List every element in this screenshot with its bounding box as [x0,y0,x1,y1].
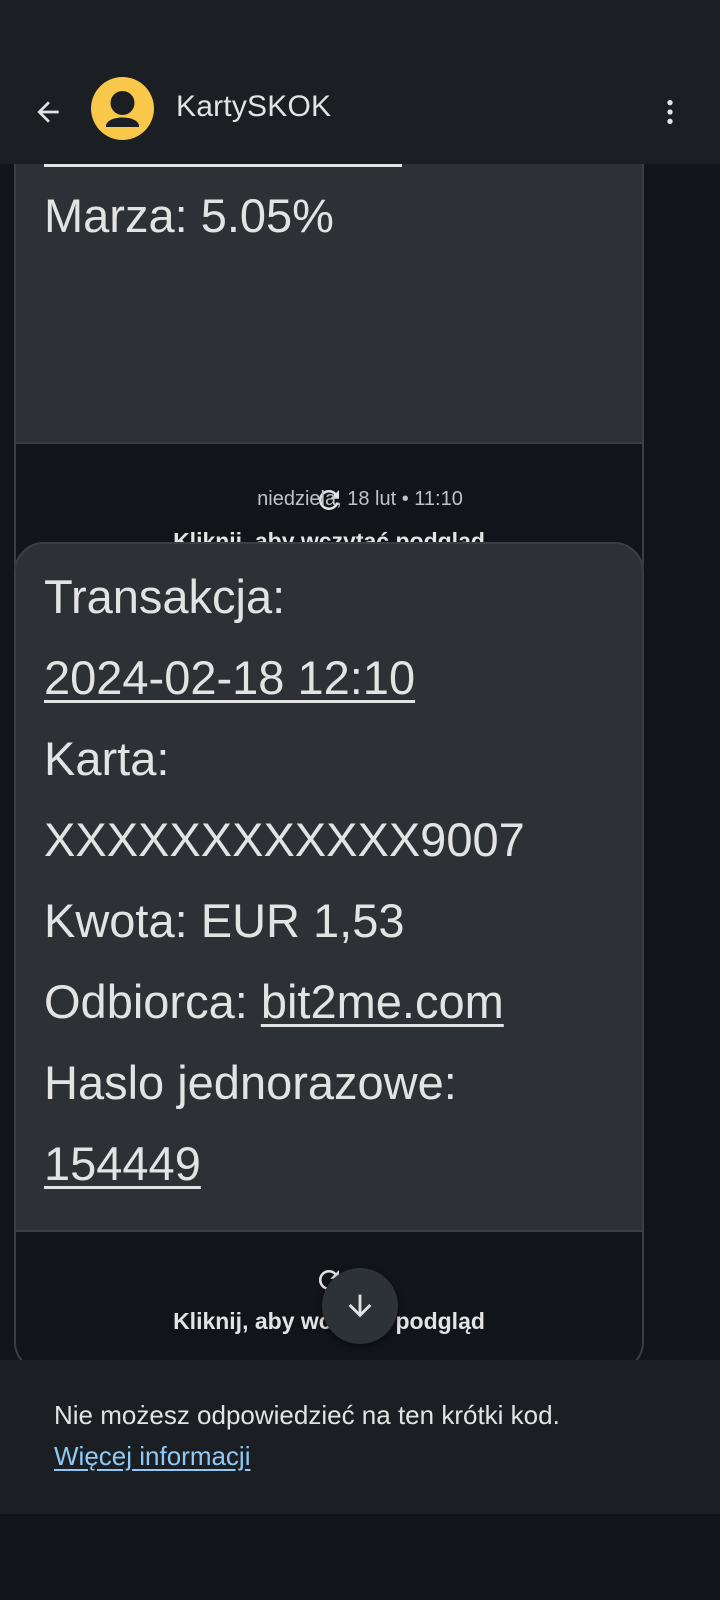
screen: KartySKOK Marza: 5.05% Kliknij, aby wczy… [0,0,720,1600]
back-button[interactable] [24,88,72,136]
status-bar [0,0,720,60]
message-timestamp: niedziela, 18 lut • 11:10 [257,488,463,510]
arrow-down-icon [348,1294,372,1318]
reply-disabled-footer: Nie możesz odpowiedzieć na ten krótki ko… [0,1360,720,1514]
message-bubble[interactable]: Transakcja: 2024-02-18 12:10 Karta: XXXX… [14,542,644,1360]
more-info-link[interactable]: Więcej informacji [54,1441,251,1472]
transaction-label: Transakcja: [44,570,286,623]
avatar[interactable] [91,77,154,140]
message-text: Marza: 5.05% [16,164,642,246]
recipient-link[interactable]: bit2me.com [261,975,504,1028]
contact-name[interactable]: KartySKOK [176,90,331,124]
more-vert-icon [667,100,673,124]
conversation[interactable]: Marza: 5.05% Kliknij, aby wczytać podglą… [0,164,720,1360]
link-underline [44,164,402,167]
person-icon [106,91,139,127]
message-text: Transakcja: 2024-02-18 12:10 Karta: XXXX… [16,544,642,1204]
otp-label: Haslo jednorazowe: [44,1056,457,1109]
card-number: XXXXXXXXXXXX9007 [44,813,525,866]
recipient-label: Odbiorca: [44,975,261,1028]
scroll-to-bottom-button[interactable] [322,1268,398,1344]
otp-code-link[interactable]: 154449 [44,1137,201,1190]
arrow-left-icon [37,101,59,123]
amount-text: Kwota: EUR 1,53 [44,894,405,947]
card-label: Karta: [44,732,170,785]
navigation-bar [0,1514,720,1600]
app-bar: KartySKOK [0,60,720,164]
date-link[interactable]: 2024-02-18 12:10 [44,651,415,704]
more-options-button[interactable] [646,88,694,136]
margin-line: Marza: 5.05% [44,189,334,242]
message-bubble[interactable]: Marza: 5.05% Kliknij, aby wczytać podglą… [14,164,644,592]
footer-text: Nie możesz odpowiedzieć na ten krótki ko… [54,1400,560,1430]
